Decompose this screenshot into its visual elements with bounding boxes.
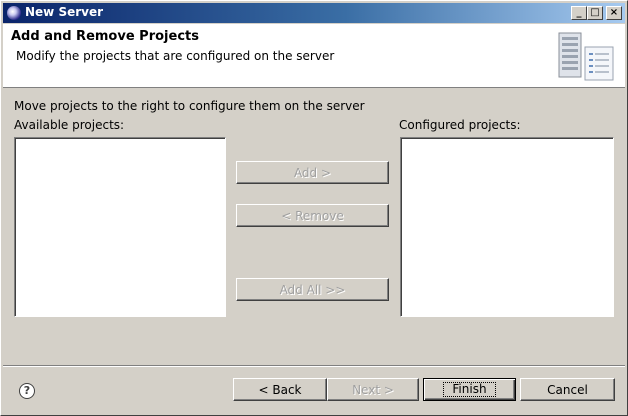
help-icon[interactable]: ? [19,383,35,399]
back-button[interactable]: < Back [233,378,327,401]
configured-projects-list[interactable] [400,137,614,317]
title-bar[interactable]: New Server _ □ × [3,3,625,23]
footer-separator [3,365,625,367]
maximize-icon: □ [590,7,600,18]
add-all-button[interactable]: Add All >> [236,278,389,301]
available-projects-list[interactable] [14,137,226,317]
instruction-text: Move projects to the right to configure … [14,99,365,113]
finish-label: Finish [443,382,496,397]
finish-button[interactable]: Finish [423,378,516,401]
wizard-header: Add and Remove Projects Modify the proje… [3,24,625,88]
close-button[interactable]: × [606,6,622,20]
cancel-button[interactable]: Cancel [520,378,615,401]
page-title: Add and Remove Projects [11,29,199,44]
minimize-button[interactable]: _ [571,6,587,20]
maximize-button[interactable]: □ [587,6,603,20]
window-title: New Server [25,5,104,19]
page-description: Modify the projects that are configured … [16,49,335,63]
close-icon: × [609,7,619,18]
minimize-icon: _ [576,7,582,18]
next-button[interactable]: Next > [327,378,419,401]
available-projects-label: Available projects: [14,118,125,132]
new-server-dialog: New Server _ □ × Add and Remove Projects… [0,0,628,416]
server-icon [558,32,614,81]
eclipse-icon [7,6,21,20]
add-button[interactable]: Add > [236,161,389,184]
remove-button[interactable]: < Remove [236,204,389,227]
configured-projects-label: Configured projects: [399,118,521,132]
